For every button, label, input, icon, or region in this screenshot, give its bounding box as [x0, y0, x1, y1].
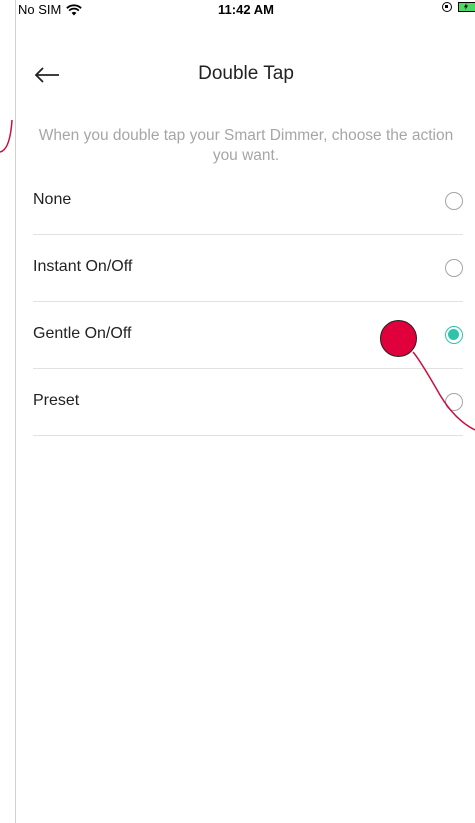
status-right [442, 2, 475, 12]
option-none[interactable]: None [33, 168, 463, 235]
radio-button[interactable] [445, 393, 463, 411]
radio-button[interactable] [445, 259, 463, 277]
option-label: Gentle On/Off [33, 325, 132, 342]
screen: No SIM 11:42 AM Double Tap When you doub… [15, 0, 475, 823]
nav-bar: Double Tap [16, 55, 475, 95]
orientation-lock-icon [442, 2, 452, 12]
option-list: None Instant On/Off Gentle On/Off Preset [16, 168, 475, 436]
option-label: Instant On/Off [33, 258, 133, 275]
battery-charging-icon [458, 2, 475, 12]
option-preset[interactable]: Preset [33, 369, 463, 436]
option-label: Preset [33, 392, 80, 409]
page-title: Double Tap [198, 63, 294, 84]
radio-button-selected[interactable] [445, 326, 463, 344]
status-time: 11:42 AM [218, 2, 274, 17]
radio-button[interactable] [445, 192, 463, 210]
description-text: When you double tap your Smart Dimmer, c… [38, 127, 454, 164]
option-label: None [33, 191, 72, 208]
annotation-line-left [0, 119, 13, 153]
option-instant-on-off[interactable]: Instant On/Off [33, 235, 463, 302]
status-bar: No SIM 11:42 AM [16, 0, 475, 22]
option-gentle-on-off[interactable]: Gentle On/Off [33, 302, 463, 369]
